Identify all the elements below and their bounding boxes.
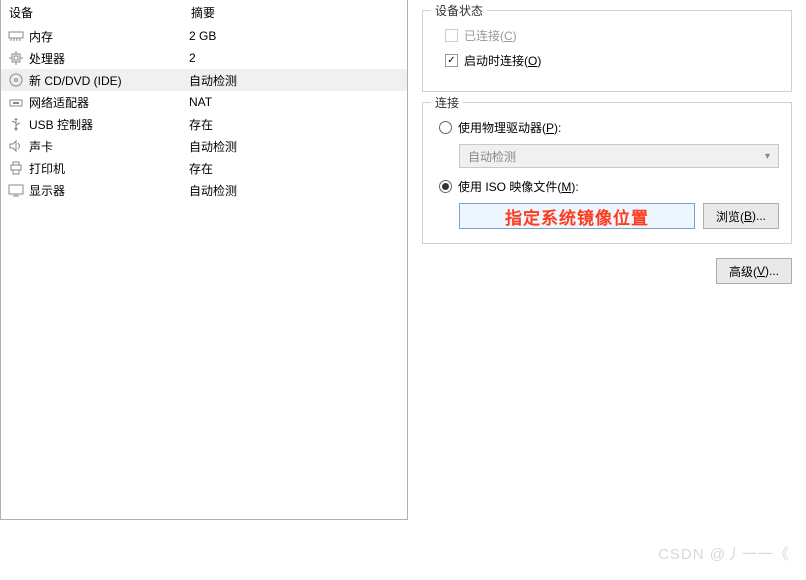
device-status-group: 设备状态 已连接(C) ✓ 启动时连接(O)	[422, 10, 792, 92]
connect-on-start-checkbox[interactable]: ✓	[445, 54, 458, 67]
usb-icon	[7, 116, 25, 132]
header-summary: 摘要	[191, 4, 407, 21]
connect-on-start-row[interactable]: ✓ 启动时连接(O)	[435, 52, 779, 69]
device-status-title: 设备状态	[431, 2, 487, 19]
physical-drive-dropdown-value: 自动检测	[468, 148, 516, 165]
chevron-down-icon: ▾	[765, 151, 770, 162]
browse-button[interactable]: 浏览(B)...	[703, 203, 779, 229]
sound-icon	[7, 138, 25, 154]
connection-title: 连接	[431, 94, 463, 111]
physical-drive-label: 使用物理驱动器(P):	[458, 119, 561, 136]
settings-panel: 设备状态 已连接(C) ✓ 启动时连接(O) 连接 使用物理驱动器(P):	[408, 0, 806, 520]
display-icon	[7, 182, 25, 198]
device-name: 网络适配器	[29, 94, 189, 111]
device-name: 处理器	[29, 50, 189, 67]
iso-radio[interactable]	[439, 180, 452, 193]
device-row[interactable]: 处理器2	[1, 47, 407, 69]
network-icon	[7, 94, 25, 110]
connection-group: 连接 使用物理驱动器(P): 自动检测 ▾ 使用 ISO 映像文件(M): 指定	[422, 102, 792, 244]
printer-icon	[7, 160, 25, 176]
device-name: 声卡	[29, 138, 189, 155]
device-row[interactable]: 显示器自动检测	[1, 179, 407, 201]
device-name: USB 控制器	[29, 116, 189, 133]
device-summary: 存在	[189, 116, 401, 133]
device-summary: 存在	[189, 160, 401, 177]
device-summary: 自动检测	[189, 182, 401, 199]
connected-checkbox-row: 已连接(C)	[435, 27, 779, 44]
memory-icon	[7, 28, 25, 44]
physical-drive-dropdown: 自动检测 ▾	[459, 144, 779, 168]
device-summary: NAT	[189, 95, 401, 109]
device-list-header: 设备 摘要	[1, 0, 407, 25]
cpu-icon	[7, 50, 25, 66]
device-summary: 自动检测	[189, 138, 401, 155]
iso-radio-row[interactable]: 使用 ISO 映像文件(M):	[435, 178, 779, 195]
device-list-panel: 设备 摘要 内存2 GB处理器2新 CD/DVD (IDE)自动检测网络适配器N…	[0, 0, 408, 520]
device-name: 新 CD/DVD (IDE)	[29, 72, 189, 89]
header-device: 设备	[1, 4, 191, 21]
physical-drive-radio[interactable]	[439, 121, 452, 134]
watermark: CSDN @丿一一《	[658, 543, 790, 564]
device-row[interactable]: 网络适配器NAT	[1, 91, 407, 113]
advanced-button[interactable]: 高级(V)...	[716, 258, 792, 284]
device-row[interactable]: 内存2 GB	[1, 25, 407, 47]
connect-on-start-label: 启动时连接(O)	[464, 52, 541, 69]
iso-label: 使用 ISO 映像文件(M):	[458, 178, 579, 195]
physical-drive-radio-row[interactable]: 使用物理驱动器(P):	[435, 119, 779, 136]
device-row[interactable]: 声卡自动检测	[1, 135, 407, 157]
device-name: 打印机	[29, 160, 189, 177]
iso-path-input[interactable]: 指定系统镜像位置	[459, 203, 695, 229]
connected-checkbox	[445, 29, 458, 42]
device-row[interactable]: 新 CD/DVD (IDE)自动检测	[1, 69, 407, 91]
iso-annotation-text: 指定系统镜像位置	[505, 204, 649, 229]
device-summary: 2	[189, 51, 401, 65]
device-summary: 自动检测	[189, 72, 401, 89]
device-row[interactable]: USB 控制器存在	[1, 113, 407, 135]
disc-icon	[7, 72, 25, 88]
connected-label: 已连接(C)	[464, 27, 517, 44]
device-name: 内存	[29, 28, 189, 45]
device-name: 显示器	[29, 182, 189, 199]
device-row[interactable]: 打印机存在	[1, 157, 407, 179]
device-summary: 2 GB	[189, 29, 401, 43]
